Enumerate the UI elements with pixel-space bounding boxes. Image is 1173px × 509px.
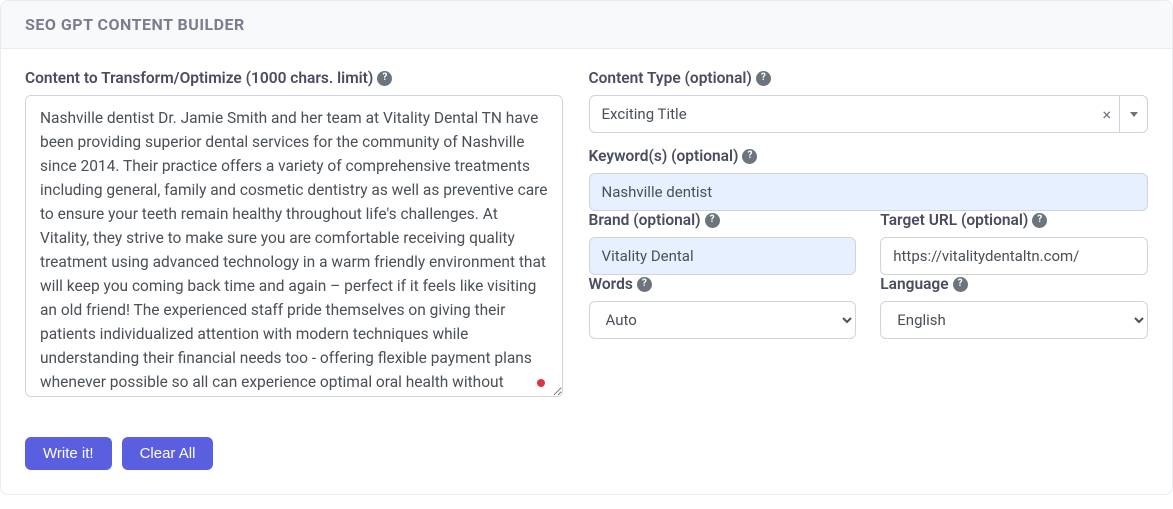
words-select[interactable]: Auto [589,301,857,339]
content-textarea-wrap: Nashville dentist Dr. Jamie Smith and he… [25,95,563,401]
write-it-button[interactable]: Write it! [25,437,112,470]
content-type-select[interactable]: Exciting Title × [589,95,1148,133]
words-label-text: Words [589,275,633,293]
chevron-down-icon [1130,112,1138,117]
form-row: Content to Transform/Optimize (1000 char… [25,69,1148,401]
content-type-label: Content Type (optional) ? [589,69,1148,87]
language-label-text: Language [880,275,948,293]
help-icon[interactable]: ? [377,71,392,86]
brand-url-row: Brand (optional) ? Target URL (optional)… [589,211,1148,275]
help-icon[interactable]: ? [705,213,720,228]
brand-label: Brand (optional) ? [589,211,857,229]
content-type-value: Exciting Title [602,105,1095,123]
card-header: SEO GPT CONTENT BUILDER [1,1,1172,49]
content-textarea[interactable]: Nashville dentist Dr. Jamie Smith and he… [25,95,563,397]
card-body: Content to Transform/Optimize (1000 char… [1,49,1172,494]
keywords-label-text: Keyword(s) (optional) [589,147,739,165]
content-label: Content to Transform/Optimize (1000 char… [25,69,563,87]
target-url-input[interactable] [880,237,1148,275]
help-icon[interactable]: ? [1032,213,1047,228]
target-url-label-text: Target URL (optional) [880,211,1028,229]
dropdown-toggle[interactable] [1119,96,1147,132]
left-column: Content to Transform/Optimize (1000 char… [25,69,563,401]
help-icon[interactable]: ? [742,149,757,164]
content-builder-card: SEO GPT CONTENT BUILDER Content to Trans… [0,0,1173,495]
clear-selection-icon[interactable]: × [1094,105,1119,124]
right-column: Content Type (optional) ? Exciting Title… [589,69,1148,401]
help-icon[interactable]: ? [953,277,968,292]
help-icon[interactable]: ? [756,71,771,86]
target-url-label: Target URL (optional) ? [880,211,1148,229]
words-lang-row: Words ? Auto Language ? Englis [589,275,1148,339]
clear-all-button[interactable]: Clear All [122,437,214,470]
select-controls: × [1094,96,1147,132]
content-label-text: Content to Transform/Optimize (1000 char… [25,69,373,87]
card-title: SEO GPT CONTENT BUILDER [25,15,1148,34]
keywords-input[interactable] [589,173,1148,211]
help-icon[interactable]: ? [637,277,652,292]
brand-label-text: Brand (optional) [589,211,701,229]
words-label: Words ? [589,275,857,293]
keywords-label: Keyword(s) (optional) ? [589,147,1148,165]
status-dot-icon [537,379,545,387]
brand-input[interactable] [589,237,857,275]
language-select[interactable]: English [880,301,1148,339]
button-row: Write it! Clear All [25,437,1148,470]
content-type-label-text: Content Type (optional) [589,69,752,87]
language-label: Language ? [880,275,1148,293]
